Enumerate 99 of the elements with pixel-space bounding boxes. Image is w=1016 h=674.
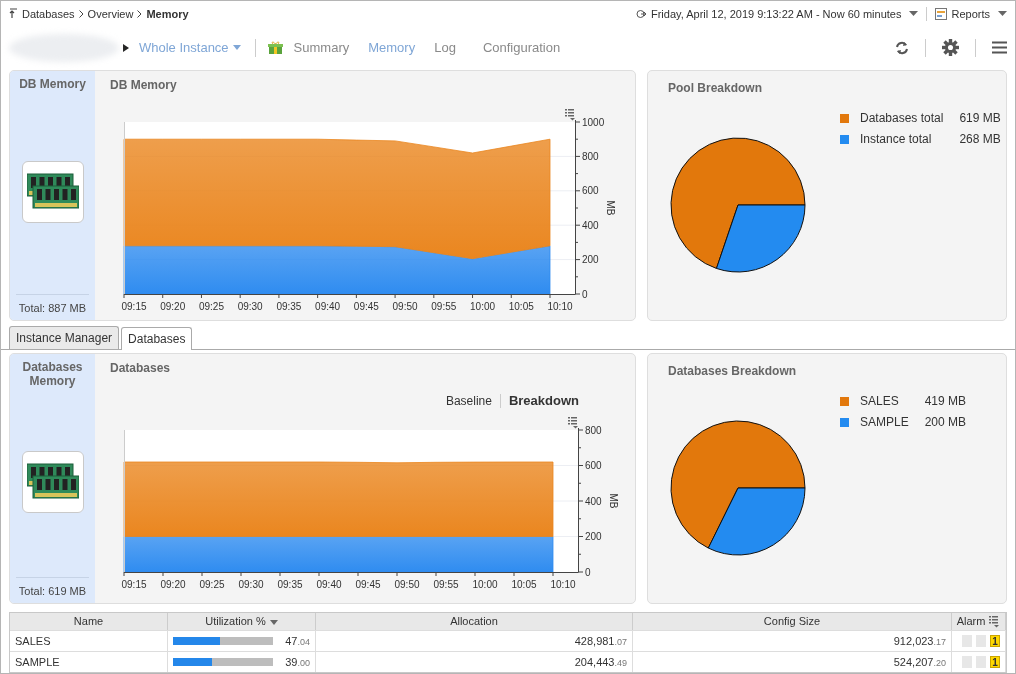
view-toggle[interactable]: Breakdown	[508, 391, 579, 411]
x-tick-label: 10:05	[511, 578, 537, 590]
breadcrumb-link[interactable]: Databases	[22, 5, 75, 23]
column-header[interactable]: Utilization %	[168, 613, 316, 630]
chart-menu-icon[interactable]	[565, 109, 575, 121]
refresh-icon[interactable]	[895, 40, 909, 55]
x-tick-label: 09:35	[277, 578, 303, 590]
x-tick-label: 09:40	[316, 578, 342, 590]
y-tick-label: 600	[585, 459, 602, 471]
legend-label: Databases total	[860, 110, 944, 127]
chart-title: Databases	[110, 360, 172, 377]
x-tick-label: 09:55	[433, 578, 459, 590]
y-axis-label: MB	[605, 200, 616, 216]
table-cell-text: 524,207.20	[893, 654, 946, 670]
x-tick-label: 09:15	[121, 578, 147, 590]
table-cell-text: 912,023.17	[893, 633, 946, 649]
nav-tab[interactable]: Configuration	[482, 38, 561, 58]
x-tick-label: 09:40	[315, 301, 341, 312]
x-tick-label: 10:10	[550, 578, 576, 590]
x-tick-label: 10:05	[508, 301, 534, 312]
x-tick-label: 09:25	[198, 301, 224, 312]
x-tick-label: 09:45	[355, 578, 381, 590]
expand-icon[interactable]	[123, 43, 129, 52]
sort-caret-icon[interactable]	[269, 619, 278, 625]
alarm-count[interactable]: 1	[990, 656, 1000, 668]
x-tick-label: 10:00	[470, 301, 496, 312]
view-toggle[interactable]: Baseline	[445, 391, 492, 410]
legend-label: Instance total	[860, 131, 933, 148]
chart-title: DB Memory	[110, 77, 178, 94]
current-crumb: Memory	[146, 6, 189, 22]
back-icon[interactable]	[9, 8, 18, 20]
chart-menu-icon[interactable]	[989, 616, 1000, 628]
y-axis-label: MB	[608, 493, 619, 508]
x-tick-label: 09:35	[276, 301, 302, 312]
y-tick-label: 800	[582, 150, 599, 162]
x-tick-label: 09:30	[237, 301, 263, 312]
tab[interactable]: Instance Manager	[9, 326, 120, 349]
reports-menu[interactable]: Reports	[951, 5, 990, 23]
caret-icon[interactable]	[998, 10, 1007, 17]
x-tick-label: 09:25	[199, 578, 225, 590]
table-cell-text: 204,443.49	[574, 654, 627, 670]
x-tick-label: 09:15	[121, 301, 147, 312]
nav-tab[interactable]: Summary	[293, 38, 350, 58]
report-icon	[935, 7, 948, 20]
x-tick-label: 09:55	[431, 301, 457, 312]
x-tick-label: 09:20	[160, 578, 186, 590]
x-tick-label: 09:30	[238, 578, 264, 590]
column-header[interactable]: Config Size	[633, 613, 952, 630]
y-tick-label: 600	[582, 185, 599, 197]
column-header[interactable]: Name	[10, 613, 168, 630]
chart-title: Databases Breakdown	[668, 363, 798, 380]
x-tick-label: 10:00	[472, 578, 498, 590]
column-header[interactable]: Alarm	[952, 613, 1006, 630]
y-tick-label: 0	[582, 288, 588, 300]
panel-title: DB Memory	[19, 77, 86, 91]
chart-title: Pool Breakdown	[668, 80, 763, 97]
alarm-slot	[962, 635, 972, 647]
menu-icon[interactable]	[992, 41, 1007, 55]
tab[interactable]: Databases	[121, 327, 193, 350]
alarm-slot	[976, 635, 986, 647]
gift-icon	[267, 41, 283, 55]
table-cell-text: SALES	[15, 633, 51, 649]
chevron-icon	[137, 9, 143, 18]
y-tick-label: 200	[582, 254, 599, 266]
x-tick-label: 10:10	[547, 301, 573, 312]
table-cell-text: 39.00	[285, 654, 310, 670]
y-tick-label: 800	[585, 424, 602, 435]
settings-icon[interactable]	[942, 39, 959, 57]
alarm-slot	[962, 656, 972, 668]
y-tick-label: 0	[585, 566, 591, 577]
legend-value: 200 MB	[924, 414, 967, 431]
panel-title: Databases Memory	[21, 360, 84, 388]
table-cell-text: SAMPLE	[15, 654, 60, 670]
x-tick-label: 09:20	[160, 301, 186, 312]
chart-menu-icon[interactable]	[568, 416, 578, 428]
alarm-slot	[976, 656, 986, 668]
total-label: Total: 887 MB	[16, 293, 89, 316]
x-tick-label: 09:50	[392, 301, 418, 312]
clock-icon	[636, 8, 647, 19]
legend-value: 419 MB	[924, 393, 967, 410]
legend-value: 268 MB	[959, 131, 1001, 148]
caret-icon[interactable]	[909, 10, 919, 17]
y-tick-label: 1000	[582, 116, 605, 128]
time-range[interactable]: Friday, April 12, 2019 9:13:22 AM - Now 60 minutes	[651, 5, 902, 23]
chevron-icon	[78, 9, 84, 18]
y-tick-label: 400	[582, 219, 599, 231]
total-label: Total: 619 MB	[16, 576, 89, 599]
column-header[interactable]: Allocation	[316, 613, 633, 630]
x-tick-label: 09:50	[394, 578, 420, 590]
table-cell-text: 428,981.07	[574, 633, 627, 649]
x-tick-label: 09:45	[353, 301, 379, 312]
y-tick-label: 400	[585, 495, 602, 506]
legend-label: SAMPLE	[860, 414, 909, 431]
alarm-count[interactable]: 1	[990, 635, 1000, 647]
legend-label: SALES	[860, 393, 900, 410]
breadcrumb-link[interactable]: Overview	[87, 5, 134, 23]
legend-value: 619 MB	[959, 110, 1001, 127]
table-cell-text: 47.04	[285, 633, 310, 649]
y-tick-label: 200	[585, 530, 602, 542]
